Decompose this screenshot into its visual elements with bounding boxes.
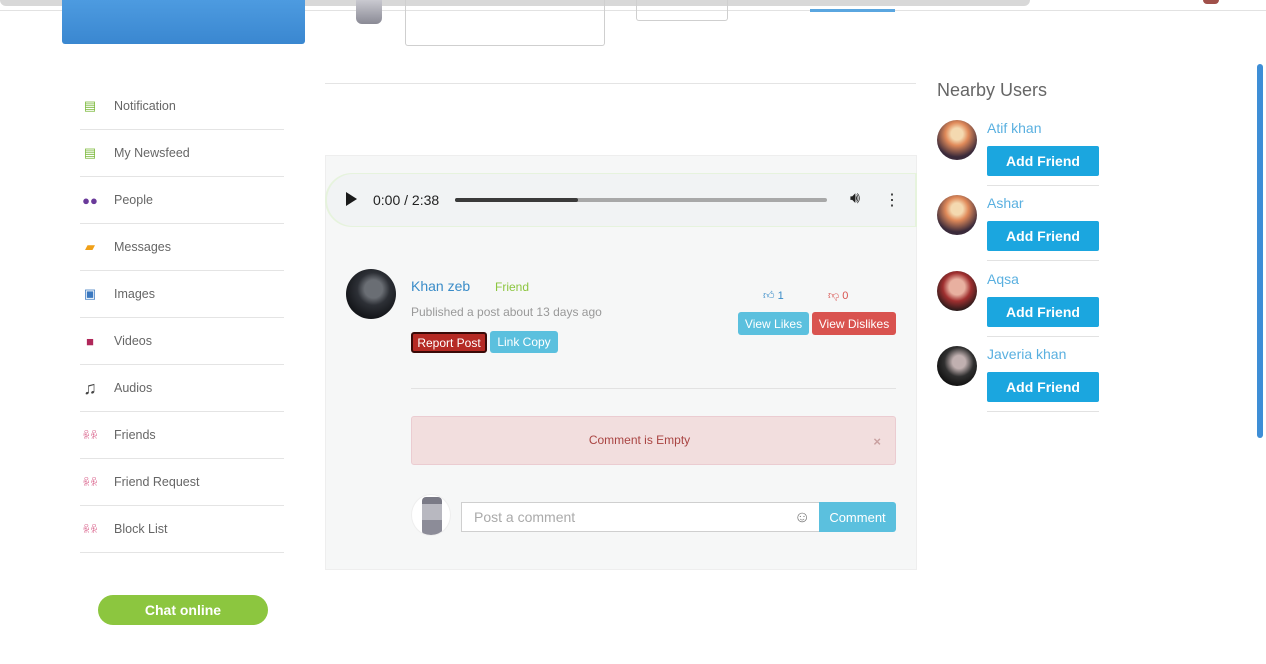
dislike-counter[interactable]: 👎︎ 0: [828, 289, 848, 302]
sidebar-item-my-newsfeed[interactable]: ▤ My Newsfeed: [80, 130, 284, 177]
sidebar-item-label: Friends: [114, 428, 156, 442]
alert-message: Comment is Empty: [588, 433, 691, 447]
post-meta: Published a post about 13 days ago: [411, 305, 602, 319]
volume-icon[interactable]: 🔊︎: [850, 190, 860, 208]
divider: [987, 336, 1099, 337]
view-likes-button[interactable]: View Likes: [738, 312, 809, 335]
notification-icon: ▤: [83, 98, 97, 113]
error-alert: Comment is Empty ×: [411, 416, 896, 465]
like-counter[interactable]: 👍︎ 1: [763, 289, 784, 302]
videos-icon: ■: [86, 333, 94, 349]
comment-button[interactable]: Comment: [819, 502, 896, 532]
relation-badge: Friend: [495, 280, 530, 294]
avatar[interactable]: [937, 271, 977, 311]
audio-time: 0:00 / 2:38: [373, 192, 440, 208]
sidebar-item-images[interactable]: ▣ Images: [80, 271, 284, 318]
sidebar-item-friends[interactable]: ꆜꆜ Friends: [80, 412, 284, 459]
sidebar-item-messages[interactable]: ▰ Messages: [80, 224, 284, 271]
sidebar-item-audios[interactable]: ♫ Audios: [80, 365, 284, 412]
chat-online-button[interactable]: Chat online: [98, 595, 268, 625]
newsfeed-icon: ▤: [83, 145, 97, 160]
header-small-button[interactable]: [636, 0, 728, 21]
header-blue-link[interactable]: [810, 9, 895, 12]
header-blue-panel[interactable]: [62, 0, 305, 44]
divider: [987, 185, 1099, 186]
page-scrollbar[interactable]: [1257, 64, 1263, 438]
post-author-avatar[interactable]: [346, 269, 396, 319]
avatar[interactable]: [937, 120, 977, 160]
friend-request-icon: ꆜꆜ: [82, 477, 98, 489]
header-text-box[interactable]: [405, 0, 605, 46]
sidebar-item-label: Images: [114, 287, 155, 301]
user-name[interactable]: Ashar: [987, 195, 1024, 211]
user-name[interactable]: Atif khan: [987, 120, 1041, 136]
friends-icon: ꆜꆜ: [82, 430, 98, 442]
audio-seek-bar[interactable]: [455, 198, 827, 202]
add-friend-button[interactable]: Add Friend: [987, 221, 1099, 251]
sidebar-item-label: People: [114, 193, 153, 207]
dislike-count: 0: [842, 290, 849, 302]
divider: [987, 411, 1099, 412]
people-icon: ●●: [82, 192, 98, 208]
sidebar-item-label: Videos: [114, 334, 152, 348]
sidebar-item-videos[interactable]: ■ Videos: [80, 318, 284, 365]
comment-input[interactable]: [461, 502, 819, 532]
add-friend-button[interactable]: Add Friend: [987, 146, 1099, 176]
nearby-users-title: Nearby Users: [937, 80, 1048, 100]
user-name[interactable]: Javeria khan: [987, 346, 1066, 362]
link-copy-button[interactable]: Link Copy: [490, 331, 558, 353]
like-count: 1: [777, 290, 784, 302]
sidebar-item-people[interactable]: ●● People: [80, 177, 284, 224]
sidebar-item-label: Block List: [114, 522, 168, 536]
header-avatar: [356, 0, 382, 24]
avatar[interactable]: [937, 346, 977, 386]
messages-icon: ▰: [85, 239, 95, 254]
sidebar-item-friend-request[interactable]: ꆜꆜ Friend Request: [80, 459, 284, 506]
audio-progress: [455, 198, 578, 202]
images-icon: ▣: [83, 286, 97, 301]
sidebar-item-label: Friend Request: [114, 475, 200, 489]
sidebar-item-label: Notification: [114, 99, 176, 113]
sidebar-item-label: Messages: [114, 240, 171, 254]
header-profile-avatar[interactable]: [1203, 0, 1219, 4]
report-post-button[interactable]: Report Post: [411, 332, 487, 353]
sidebar-item-label: My Newsfeed: [114, 146, 190, 160]
sidebar-item-label: Audios: [114, 381, 153, 395]
add-friend-button[interactable]: Add Friend: [987, 372, 1099, 402]
block-list-icon: ꆜꆜ: [82, 524, 98, 536]
avatar[interactable]: [937, 195, 977, 235]
sidebar-menu: ▤ Notification ▤ My Newsfeed ●● People ▰…: [80, 83, 284, 553]
divider: [987, 260, 1099, 261]
view-dislikes-button[interactable]: View Dislikes: [812, 312, 896, 335]
more-options-icon[interactable]: ⋮: [884, 190, 900, 210]
music-note-icon: ♫: [83, 377, 97, 398]
user-name[interactable]: Aqsa: [987, 271, 1019, 287]
thumbs-down-icon: 👎︎: [828, 290, 840, 302]
emoji-icon[interactable]: ☺: [794, 509, 810, 527]
thumbs-up-icon: 👍︎: [763, 290, 775, 302]
commenter-avatar: [411, 494, 451, 536]
sidebar-item-block-list[interactable]: ꆜꆜ Block List: [80, 506, 284, 553]
sidebar-item-notification[interactable]: ▤ Notification: [80, 83, 284, 130]
add-friend-button[interactable]: Add Friend: [987, 297, 1099, 327]
play-icon[interactable]: [346, 192, 357, 206]
feed-divider: [325, 83, 916, 84]
post-author-name[interactable]: Khan zeb: [411, 278, 470, 294]
post-divider: [411, 388, 896, 389]
close-icon[interactable]: ×: [873, 434, 881, 449]
